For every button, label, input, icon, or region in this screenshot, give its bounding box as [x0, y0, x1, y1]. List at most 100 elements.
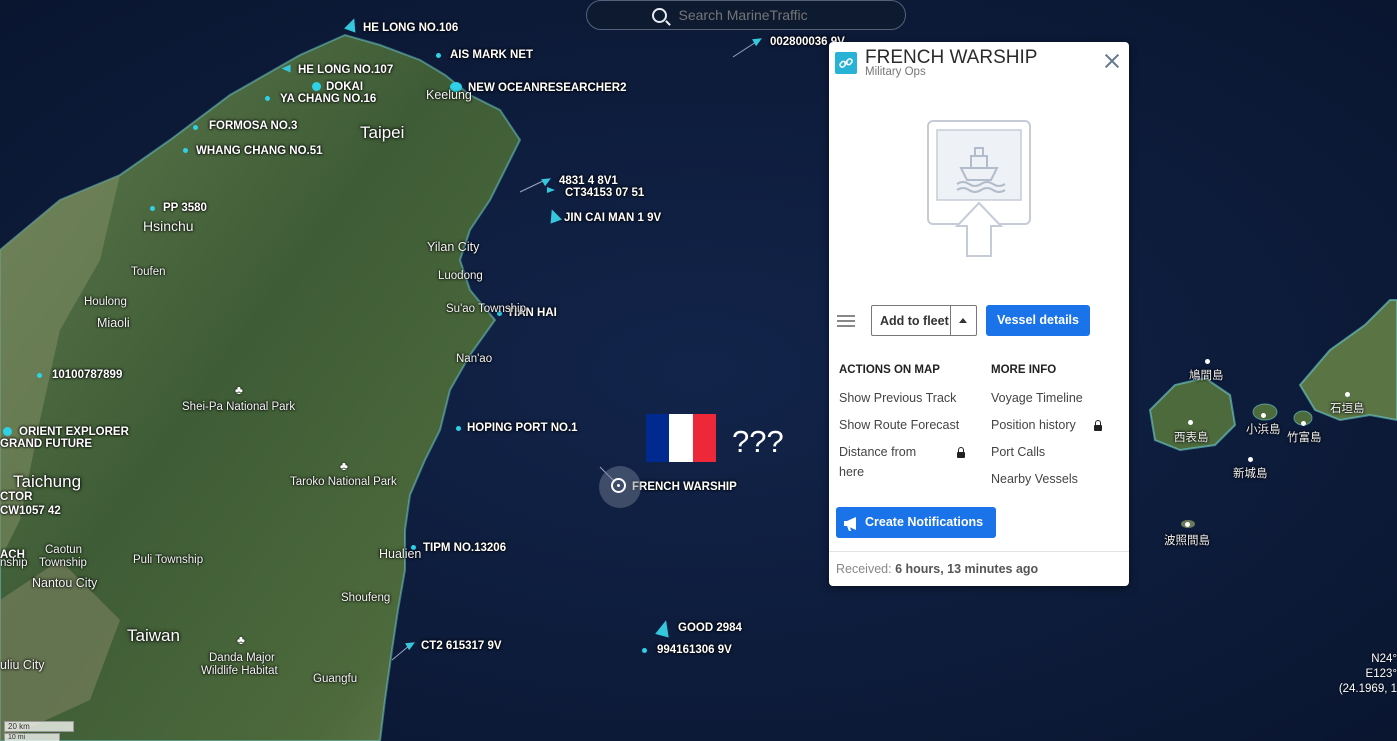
place-label: 西表島 — [1174, 432, 1209, 444]
vessel-label[interactable]: YA CHANG NO.16 — [280, 93, 376, 105]
add-to-fleet-label: Add to fleet — [880, 314, 949, 328]
vessel-marker[interactable] — [150, 206, 155, 211]
place-label: Taiwan — [127, 626, 180, 645]
vessel-marker[interactable] — [436, 53, 441, 58]
search-icon — [651, 7, 667, 23]
show-route-forecast-link[interactable]: Show Route Forecast — [839, 418, 959, 432]
island-dot — [1301, 421, 1306, 426]
vessel-label[interactable]: HE LONG NO.106 — [363, 22, 458, 34]
vessel-label[interactable]: CT2 615317 9V — [421, 640, 502, 652]
island-dot — [1261, 413, 1266, 418]
place-label: 竹富島 — [1287, 432, 1322, 444]
place-label: Luodong — [438, 270, 483, 282]
vessel-marker[interactable] — [281, 64, 291, 73]
lock-icon — [957, 447, 965, 458]
island-dot — [1205, 359, 1210, 364]
vessel-marker[interactable] — [183, 148, 188, 153]
place-label: 新城島 — [1233, 468, 1268, 480]
coord-lat: N24° — [1371, 653, 1397, 665]
vessel-label[interactable]: CTOR — [0, 491, 32, 503]
place-label: Shoufeng — [341, 592, 391, 604]
vessel-marker[interactable] — [37, 373, 42, 378]
divider — [829, 551, 1129, 552]
place-label: Danda Major — [209, 652, 275, 664]
selected-vessel-marker[interactable] — [611, 478, 626, 493]
place-label: Miaoli — [97, 316, 130, 330]
vessel-label-selected[interactable]: FRENCH WARSHIP — [632, 481, 737, 493]
vessel-label[interactable]: CW1057 42 — [0, 505, 61, 517]
close-icon[interactable] — [1103, 52, 1121, 70]
flag-stripe-blue — [646, 414, 670, 462]
search-bar[interactable] — [586, 0, 906, 30]
place-label: Wildlife Habitat — [201, 665, 278, 677]
more-info-heading: MORE INFO — [991, 364, 1057, 376]
place-label: Hualien — [379, 547, 422, 561]
vessel-label[interactable]: 994161306 9V — [657, 644, 732, 656]
island-dot — [1188, 420, 1193, 425]
create-notifications-button[interactable]: Create Notifications — [836, 507, 996, 538]
vessel-marker[interactable] — [265, 96, 270, 101]
island-dot — [1345, 392, 1350, 397]
fleet-dropdown-toggle[interactable] — [950, 306, 976, 335]
vessel-marker[interactable] — [312, 82, 321, 91]
port-calls-link[interactable]: Port Calls — [991, 445, 1045, 459]
scale-bar-km: 20 km — [4, 721, 74, 732]
vessel-label[interactable]: TIPM NO.13206 — [423, 542, 506, 554]
park-icon: ♣ — [235, 383, 243, 397]
vessel-marker[interactable] — [547, 187, 555, 193]
show-previous-track-link[interactable]: Show Previous Track — [839, 391, 956, 405]
vessel-label[interactable]: WHANG CHANG NO.51 — [196, 145, 323, 157]
vessel-marker[interactable] — [3, 427, 12, 436]
voyage-timeline-link[interactable]: Voyage Timeline — [991, 391, 1083, 405]
question-marks-annotation: ??? — [732, 424, 784, 459]
place-label: uliu City — [0, 658, 45, 672]
vessel-marker[interactable] — [193, 125, 198, 130]
place-label: Taipei — [360, 123, 405, 142]
vessel-label[interactable]: HOPING PORT NO.1 — [467, 422, 578, 434]
link-icon[interactable] — [835, 52, 857, 74]
island-dot — [1185, 522, 1190, 527]
vessel-label[interactable]: FORMOSA NO.3 — [209, 120, 297, 132]
search-input[interactable] — [676, 6, 841, 24]
vessel-label[interactable]: DOKAI — [326, 81, 363, 93]
vessel-label[interactable]: GOOD 2984 — [678, 622, 742, 634]
position-history-link[interactable]: Position history — [991, 418, 1076, 432]
vessel-label[interactable]: AIS MARK NET — [450, 49, 533, 61]
place-label: nship — [0, 557, 28, 569]
vessel-label[interactable]: NEW OCEANRESEARCHER2 — [468, 82, 626, 94]
french-flag-image — [646, 414, 716, 462]
hamburger-menu-icon[interactable] — [837, 315, 855, 327]
actions-heading: ACTIONS ON MAP — [839, 364, 940, 376]
place-label: Township — [39, 557, 87, 569]
island-dot — [1248, 457, 1253, 462]
vessel-marker[interactable] — [642, 648, 647, 653]
coordinates-readout: N24° E123° (24.1969, 1 — [1339, 652, 1397, 697]
place-label: 波照間島 — [1164, 535, 1210, 547]
vessel-label[interactable]: 4831 4 8V1 — [559, 175, 618, 187]
vessel-label[interactable]: HE LONG NO.107 — [298, 64, 393, 76]
coord-lon: E123° — [1365, 668, 1397, 680]
vessel-label[interactable]: ORIENT EXPLORER — [19, 426, 129, 438]
vessel-label[interactable]: 10100787899 — [52, 369, 122, 381]
create-notifications-label: Create Notifications — [865, 515, 984, 529]
distance-from-link[interactable]: Distance from — [839, 445, 916, 459]
add-to-fleet-button[interactable]: Add to fleet — [871, 305, 977, 336]
vessel-label[interactable]: JIN CAI MAN 1 9V — [564, 212, 661, 224]
place-label: Nantou City — [32, 576, 98, 590]
received-value: 6 hours, 13 minutes ago — [895, 562, 1039, 576]
vessel-details-button[interactable]: Vessel details — [986, 305, 1090, 336]
vessel-marker[interactable] — [456, 426, 461, 431]
received-timestamp: Received: 6 hours, 13 minutes ago — [836, 562, 1038, 576]
place-label: 鳩間島 — [1189, 370, 1224, 382]
vessel-label[interactable]: PP 3580 — [163, 202, 207, 214]
distance-from-link-cont[interactable]: here — [839, 465, 864, 479]
coord-decimal: (24.1969, 1 — [1338, 683, 1397, 695]
scale-bar-mi: 10 mi — [4, 733, 60, 741]
flag-stripe-red — [692, 414, 716, 462]
nearby-vessels-link[interactable]: Nearby Vessels — [991, 472, 1078, 486]
place-label: Caotun — [45, 544, 83, 556]
vessel-popup: FRENCH WARSHIP Military Ops Add to fleet… — [829, 42, 1129, 586]
wildlife-icon: ♣ — [237, 633, 245, 647]
vessel-label[interactable]: CT34153 07 51 — [565, 187, 644, 199]
vessel-label[interactable]: GRAND FUTURE — [0, 438, 92, 450]
